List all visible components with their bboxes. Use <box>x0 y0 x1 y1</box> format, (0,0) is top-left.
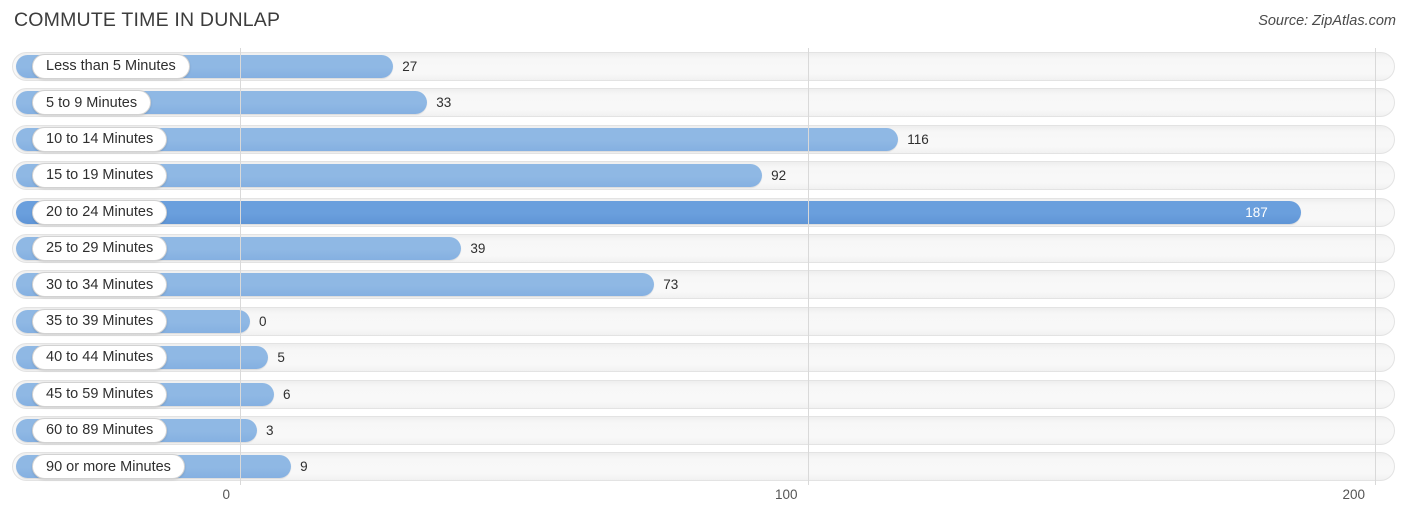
bar-category-text: 25 to 29 Minutes <box>46 240 154 257</box>
bar-row: 40 to 44 Minutes 5 <box>12 343 1395 373</box>
bar-category-label: 45 to 59 Minutes <box>32 381 168 407</box>
bar-value-label: 187 <box>1245 204 1268 220</box>
bar-row: 10 to 14 Minutes 116 <box>12 124 1395 154</box>
bar-category-text: 40 to 44 Minutes <box>46 349 154 366</box>
bar-row: 90 or more Minutes 9 <box>12 452 1395 482</box>
bar-category-text: 90 or more Minutes <box>46 458 171 475</box>
bar-row: 60 to 89 Minutes 3 <box>12 416 1395 445</box>
bar-value-label: 5 <box>277 350 285 366</box>
bar-value-label: 6 <box>283 386 291 402</box>
bar-row: 30 to 34 Minutes 73 <box>12 270 1395 300</box>
bar-category-label: 25 to 29 Minutes <box>32 236 168 261</box>
bar-rows: Less than 5 Minutes 27 5 to 9 Minutes 33 10 … <box>0 48 1406 485</box>
x-axis-tick: 100 <box>774 487 798 502</box>
bar-row: 15 to 19 Minutes 92 <box>12 161 1395 191</box>
bar-category-label: 15 to 19 Minutes <box>32 163 168 189</box>
bar-value-label: 9 <box>300 459 308 475</box>
bar-category-text: 15 to 19 Minutes <box>46 167 154 184</box>
bar-category-label: 10 to 14 Minutes <box>32 126 168 152</box>
bar-category-text: 35 to 39 Minutes <box>46 313 154 330</box>
bar-category-text: 5 to 9 Minutes <box>46 94 138 111</box>
bar-value-label: 33 <box>436 95 452 111</box>
bar-row: 35 to 39 Minutes 0 <box>12 306 1395 336</box>
bar-category-label: Less than 5 Minutes <box>32 54 190 79</box>
bar-category-label: 5 to 9 Minutes <box>32 90 152 116</box>
bar-value-label: 3 <box>266 423 274 438</box>
bar-value-label: 92 <box>771 168 787 184</box>
bar-category-text: 20 to 24 Minutes <box>46 203 154 220</box>
bar-category-label: 30 to 34 Minutes <box>32 272 168 298</box>
bar-category-label: 60 to 89 Minutes <box>32 418 168 443</box>
bar-row: 20 to 24 Minutes 187 <box>12 197 1395 227</box>
bar-row: 45 to 59 Minutes 6 <box>12 379 1395 409</box>
page-title: COMMUTE TIME IN DUNLAP <box>14 9 281 31</box>
bar-row: 25 to 29 Minutes 39 <box>12 234 1395 263</box>
bar-category-text: 10 to 14 Minutes <box>46 131 154 148</box>
bar-category-text: 30 to 34 Minutes <box>46 276 154 293</box>
source-attribution: Source: ZipAtlas.com <box>1258 13 1396 29</box>
x-axis: 0 100 200 <box>0 485 1406 522</box>
chart-container: COMMUTE TIME IN DUNLAP Source: ZipAtlas.… <box>0 0 1406 522</box>
bar-value-label: 27 <box>402 59 418 74</box>
bar-value-label: 73 <box>663 277 679 293</box>
bar <box>16 200 1302 224</box>
bar-value-label: 116 <box>907 131 929 147</box>
x-axis-tick: 200 <box>1342 487 1365 502</box>
x-axis-tick: 0 <box>222 487 230 502</box>
bar-value-label: 39 <box>470 241 486 256</box>
bar-value-label: 0 <box>259 313 267 329</box>
bar-category-label: 40 to 44 Minutes <box>32 345 168 371</box>
plot-area: Less than 5 Minutes 27 5 to 9 Minutes 33 10 … <box>0 48 1406 485</box>
bar-row: Less than 5 Minutes 27 <box>12 52 1395 81</box>
bar-category-label: 90 or more Minutes <box>32 454 185 480</box>
bar-row: 5 to 9 Minutes 33 <box>12 88 1395 118</box>
bar-category-label: 35 to 39 Minutes <box>32 308 168 334</box>
bar-category-text: 60 to 89 Minutes <box>46 422 154 439</box>
bar-category-text: Less than 5 Minutes <box>46 58 176 75</box>
bar-category-label: 20 to 24 Minutes <box>32 199 168 225</box>
bar-category-text: 45 to 59 Minutes <box>46 385 154 402</box>
